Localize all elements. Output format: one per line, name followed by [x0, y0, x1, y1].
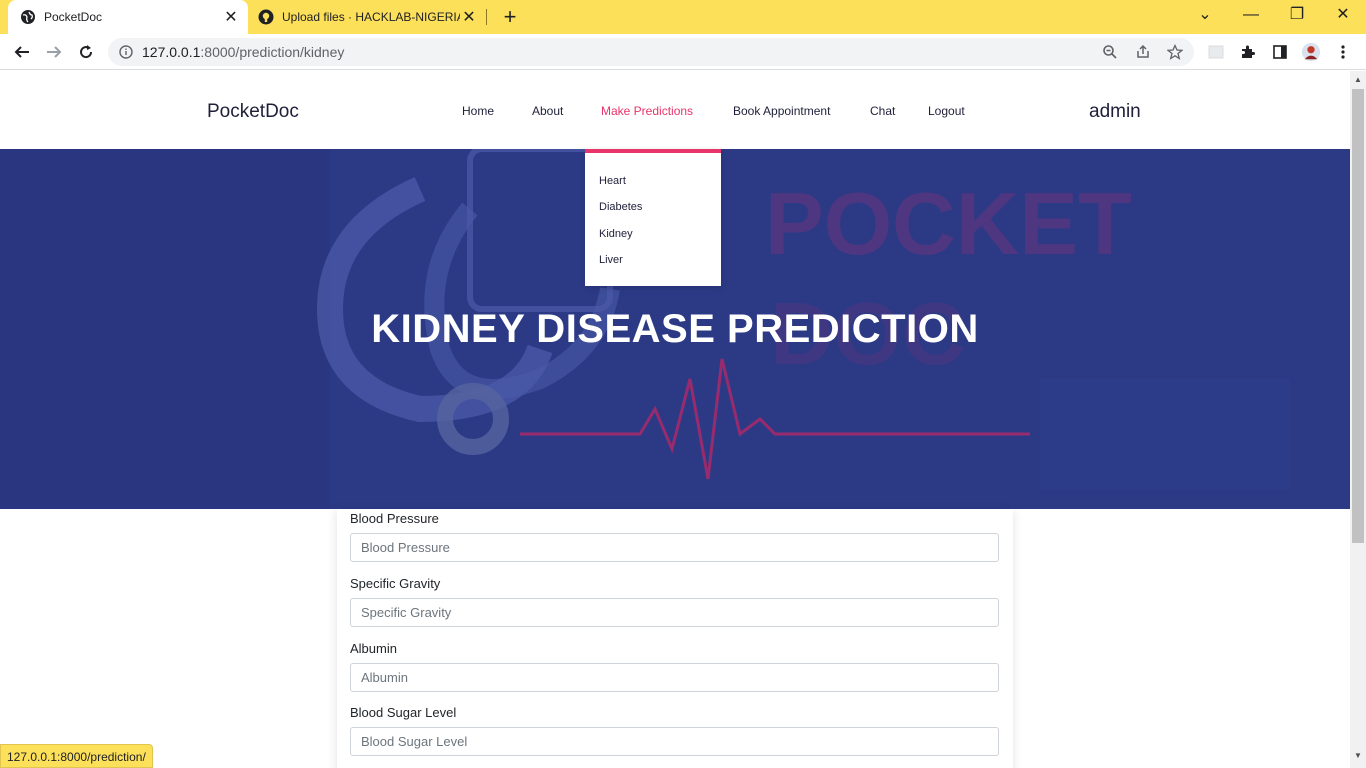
back-arrow-icon[interactable] — [10, 40, 34, 64]
link-status-bubble: 127.0.0.1:8000/prediction/ — [0, 744, 153, 768]
address-bar[interactable]: 127.0.0.1:8000/prediction/kidney — [108, 38, 1194, 66]
predictions-dropdown-menu: Heart Diabetes Kidney Liver — [585, 149, 721, 286]
url-path: :8000/prediction/kidney — [200, 44, 345, 60]
specific-gravity-input[interactable] — [350, 598, 999, 627]
hero-watermark-pocket: POCKET — [765, 174, 1132, 273]
close-window-icon[interactable]: ✕ — [1331, 4, 1355, 26]
page-scrollbar[interactable]: ▲ ▼ — [1350, 71, 1366, 768]
browser-tab-strip: PocketDoc ✕ Upload files · HACKLAB-NIGER… — [0, 0, 1366, 34]
side-panel-icon[interactable] — [1270, 42, 1290, 62]
blood-sugar-level-label: Blood Sugar Level — [350, 705, 457, 720]
extensions-puzzle-icon[interactable] — [1238, 42, 1258, 62]
profile-avatar[interactable] — [1301, 42, 1321, 62]
scroll-down-icon[interactable]: ▼ — [1353, 751, 1363, 761]
tab-upload-files[interactable]: Upload files · HACKLAB-NIGERIA ✕ — [250, 0, 486, 34]
nav-book-appointment[interactable]: Book Appointment — [733, 104, 830, 118]
username[interactable]: admin — [1089, 101, 1141, 123]
site-logo[interactable]: PocketDoc — [207, 101, 299, 123]
address-url: 127.0.0.1:8000/prediction/kidney — [142, 44, 344, 60]
blood-sugar-level-input[interactable] — [350, 727, 999, 756]
nav-about[interactable]: About — [532, 104, 563, 118]
scrollbar-thumb[interactable] — [1352, 89, 1364, 543]
specific-gravity-label: Specific Gravity — [350, 576, 441, 591]
close-tab-icon[interactable]: ✕ — [222, 7, 240, 27]
globe-icon — [20, 9, 36, 25]
scroll-up-icon[interactable]: ▲ — [1353, 75, 1363, 85]
albumin-label: Albumin — [350, 641, 397, 656]
url-host: 127.0.0.1 — [142, 44, 201, 60]
nav-make-predictions[interactable]: Make Predictions — [601, 104, 693, 118]
blood-pressure-label: Blood Pressure — [350, 511, 439, 526]
new-tab-icon[interactable]: + — [498, 5, 522, 29]
browser-toolbar: 127.0.0.1:8000/prediction/kidney — [0, 34, 1366, 70]
menu-kebab-icon[interactable] — [1333, 42, 1353, 62]
site-header: PocketDoc Home About Make Predictions Bo… — [0, 71, 1350, 149]
extension-placeholder-icon[interactable] — [1206, 42, 1226, 62]
dropdown-item-diabetes[interactable]: Diabetes — [599, 201, 642, 213]
tab-separator — [486, 9, 487, 25]
dropdown-item-heart[interactable]: Heart — [599, 175, 626, 187]
reload-icon[interactable] — [74, 40, 98, 64]
close-tab-icon[interactable]: ✕ — [460, 7, 478, 27]
kidney-prediction-form: Blood Pressure Specific Gravity Albumin … — [337, 509, 1013, 768]
share-icon[interactable] — [1133, 42, 1153, 62]
page-viewport: PocketDoc Home About Make Predictions Bo… — [0, 71, 1350, 768]
dropdown-item-kidney[interactable]: Kidney — [599, 228, 633, 240]
forward-arrow-icon[interactable] — [42, 40, 66, 64]
dropdown-item-liver[interactable]: Liver — [599, 254, 623, 266]
page-title: KIDNEY DISEASE PREDICTION — [371, 307, 979, 351]
minimize-icon[interactable]: — — [1239, 4, 1263, 26]
nav-logout[interactable]: Logout — [928, 104, 965, 118]
nav-chat[interactable]: Chat — [870, 104, 895, 118]
zoom-icon[interactable] — [1100, 42, 1120, 62]
nav-home[interactable]: Home — [462, 104, 494, 118]
restore-icon[interactable]: ❐ — [1285, 4, 1309, 26]
tab-pocketdoc[interactable]: PocketDoc ✕ — [8, 0, 248, 34]
albumin-input[interactable] — [350, 663, 999, 692]
tab-search-chevron-icon[interactable]: ⌄ — [1193, 4, 1217, 26]
bookmark-star-icon[interactable] — [1165, 42, 1185, 62]
tab-title: Upload files · HACKLAB-NIGERIA — [282, 10, 460, 24]
github-icon — [258, 9, 274, 25]
site-info-icon[interactable] — [116, 42, 136, 62]
blood-pressure-input[interactable] — [350, 533, 999, 562]
tab-title: PocketDoc — [44, 10, 103, 24]
